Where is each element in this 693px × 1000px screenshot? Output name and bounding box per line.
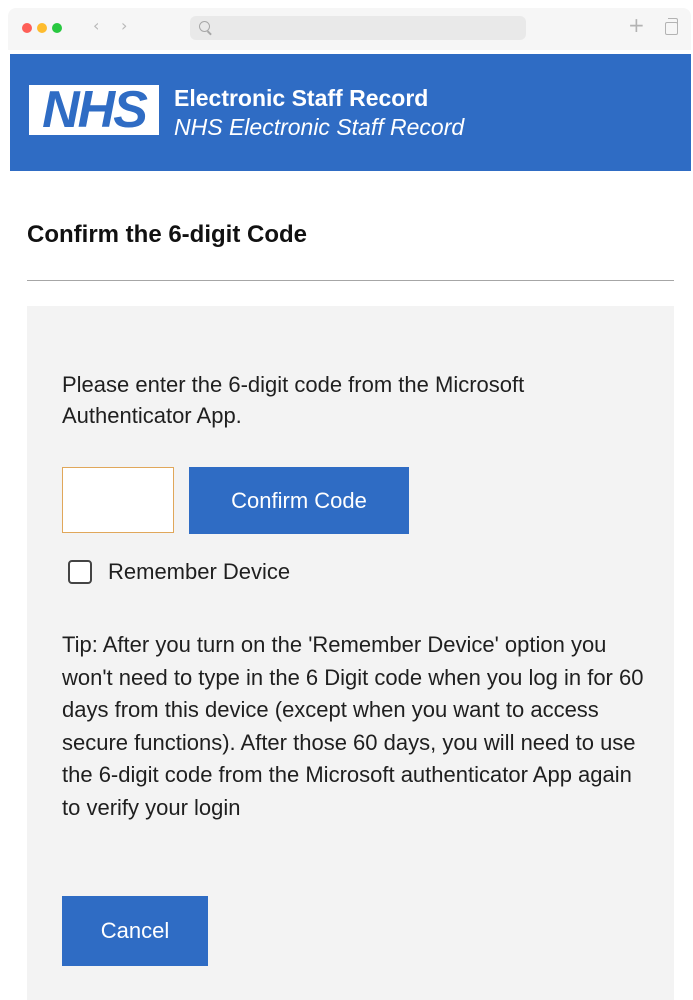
zoom-window-button[interactable] — [52, 23, 62, 33]
instruction-text: Please enter the 6-digit code from the M… — [62, 372, 525, 428]
back-icon[interactable]: ‹ — [93, 16, 99, 35]
page: NHS Electronic Staff Record NHS Electron… — [8, 52, 691, 1000]
cancel-button[interactable]: Cancel — [62, 896, 208, 966]
page-title: Confirm the 6-digit Code — [27, 221, 307, 248]
nhs-logo-text: NHS — [42, 81, 148, 139]
tabs-overview-icon[interactable] — [665, 18, 678, 35]
forward-icon[interactable]: › — [121, 16, 127, 35]
remember-device-label[interactable]: Remember Device — [108, 559, 290, 585]
remember-device-checkbox[interactable] — [68, 560, 92, 584]
content-panel: Please enter the 6-digit code from the M… — [27, 306, 674, 1000]
header-subtitle: NHS Electronic Staff Record — [174, 114, 465, 140]
title-divider — [27, 280, 674, 281]
nhs-logo: NHS — [29, 81, 159, 139]
confirm-code-button[interactable]: Confirm Code — [189, 467, 409, 534]
tip-text: Tip: After you turn on the 'Remember Dev… — [62, 632, 644, 820]
header-title: Electronic Staff Record — [174, 85, 429, 111]
address-bar[interactable] — [190, 16, 526, 40]
new-tab-button[interactable]: + — [628, 13, 645, 37]
code-input[interactable] — [62, 467, 174, 533]
search-icon — [199, 21, 210, 32]
browser-toolbar: ‹ › + — [8, 8, 691, 50]
nhs-header: NHS Electronic Staff Record NHS Electron… — [10, 54, 691, 171]
minimize-window-button[interactable] — [37, 23, 47, 33]
close-window-button[interactable] — [22, 23, 32, 33]
address-input[interactable] — [216, 18, 520, 40]
